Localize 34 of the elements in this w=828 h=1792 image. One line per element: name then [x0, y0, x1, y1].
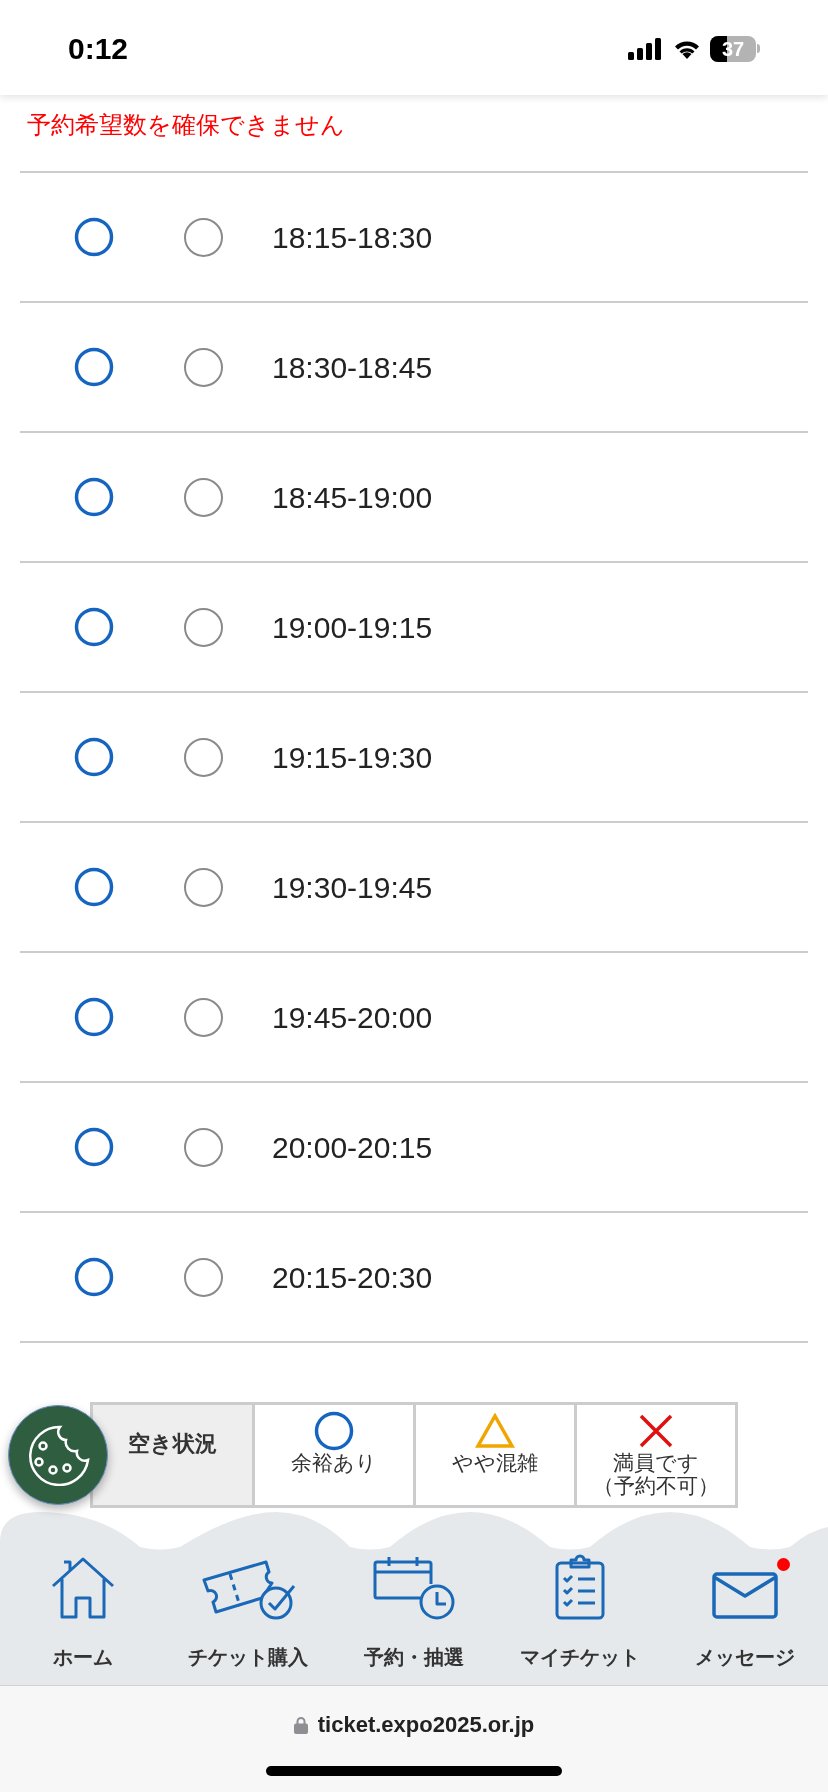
time-slot-label: 20:15-20:30	[272, 1259, 433, 1296]
error-message: 予約希望数を確保できません	[27, 111, 345, 138]
time-slot-label: 18:15-18:30	[272, 219, 433, 256]
radio-button[interactable]	[184, 1257, 223, 1297]
signal-icon	[628, 36, 664, 61]
status-time: 0:12	[68, 31, 129, 67]
legend-label: やや混雑	[452, 1451, 538, 1474]
radio-button[interactable]	[184, 347, 223, 387]
legend-title: 空き状況	[128, 1430, 217, 1458]
radio-button[interactable]	[184, 997, 223, 1037]
legend-note: （予約不可）	[593, 1474, 719, 1497]
lock-icon	[293, 1715, 308, 1734]
legend-label: 満員です	[613, 1451, 699, 1474]
time-slot-label: 18:30-18:45	[272, 349, 433, 386]
time-slot-label: 19:15-19:30	[272, 739, 433, 776]
url-text[interactable]: ticket.expo2025.or.jp	[317, 1708, 535, 1741]
nav-tab[interactable]: メッセージ	[695, 1642, 796, 1672]
nav-tab[interactable]: ホーム	[52, 1642, 113, 1672]
time-slot-label: 19:30-19:45	[272, 869, 433, 906]
radio-button[interactable]	[184, 477, 223, 517]
time-slot-label: 20:00-20:15	[272, 1129, 433, 1166]
nav-tab[interactable]: 予約・抽選	[364, 1642, 464, 1672]
radio-button[interactable]	[184, 1127, 223, 1167]
nav-tab[interactable]: マイチケット	[519, 1642, 640, 1672]
radio-button[interactable]	[184, 867, 223, 907]
time-slot-label: 19:45-20:00	[272, 999, 433, 1036]
cookie-settings-button[interactable]	[8, 1405, 108, 1505]
nav-tab[interactable]: チケット購入	[188, 1642, 309, 1672]
radio-button[interactable]	[184, 607, 223, 647]
time-slot-label: 18:45-19:00	[272, 479, 433, 516]
time-slot-label: 19:00-19:15	[272, 609, 433, 646]
radio-button[interactable]	[184, 737, 223, 777]
radio-button[interactable]	[184, 217, 223, 257]
legend-label: 余裕あり	[291, 1451, 377, 1474]
